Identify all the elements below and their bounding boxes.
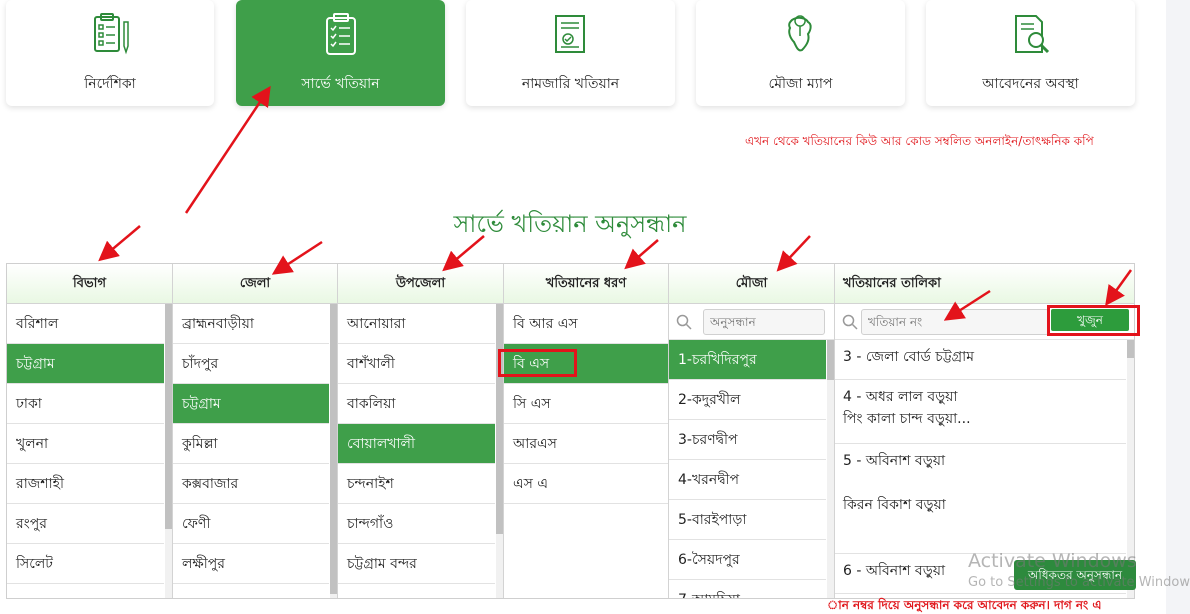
map-pin-icon bbox=[787, 15, 812, 52]
tab-label: নামজারি খতিয়ান bbox=[521, 76, 620, 92]
scrollbar[interactable] bbox=[330, 304, 337, 598]
list-item[interactable]: 4-খরনদ্বীপ bbox=[669, 460, 826, 500]
list-item[interactable]: 7-আমুচিয়া bbox=[669, 580, 826, 598]
column-header: মৌজা bbox=[669, 264, 834, 304]
list-item[interactable]: ব্রাহ্মনবাড়ীয়া bbox=[173, 304, 329, 344]
list-item[interactable]: ফেণী bbox=[173, 504, 329, 544]
list-item[interactable]: বাকলিয়া bbox=[338, 384, 495, 424]
tab-application-status[interactable]: আবেদনের অবস্থা bbox=[926, 0, 1135, 106]
mouza-search-row bbox=[669, 304, 834, 340]
page-scroll-gutter bbox=[1166, 0, 1190, 614]
mouza-column: মৌজা 1-চরখিদিরপুর 2-কদুরখীল 3-চরণদ্বীপ 4… bbox=[669, 264, 835, 598]
upazila-column: উপজেলা আনোয়ারা বাশঁখালী বাকলিয়া বোয়াল… bbox=[338, 264, 504, 598]
list-item[interactable]: সিলেট bbox=[7, 544, 164, 584]
list-item[interactable]: কুমিল্লা bbox=[173, 424, 329, 464]
scrollbar-thumb[interactable] bbox=[827, 340, 834, 380]
scrollbar-thumb[interactable] bbox=[330, 304, 337, 594]
division-list: বরিশাল চট্টগ্রাম ঢাকা খুলনা রাজশাহী রংপু… bbox=[7, 304, 164, 584]
list-item[interactable]: বি আর এস bbox=[504, 304, 668, 344]
scrollbar-thumb[interactable] bbox=[1127, 340, 1134, 358]
column-header: উপজেলা bbox=[338, 264, 503, 304]
mouza-search-input[interactable] bbox=[703, 309, 825, 335]
division-column: বিভাগ বরিশাল চট্টগ্রাম ঢাকা খুলনা রাজশাহ… bbox=[7, 264, 173, 598]
list-item[interactable]: রাজশাহী bbox=[7, 464, 164, 504]
clipboard-checklist-icon bbox=[325, 13, 356, 55]
windows-activation-watermark: Activate Windows bbox=[968, 550, 1137, 572]
tab-label: মৌজা ম্যাপ bbox=[768, 76, 833, 92]
scrollbar-thumb[interactable] bbox=[496, 304, 503, 534]
list-item[interactable]: 3-চরণদ্বীপ bbox=[669, 420, 826, 460]
tab-survey-khatian[interactable]: সার্ভে খতিয়ান bbox=[236, 0, 445, 106]
khatian-owner-second: কিরন বিকাশ বড়ুয়া bbox=[843, 497, 946, 513]
list-item[interactable]: চট্টগ্রাম বন্দর bbox=[338, 544, 495, 584]
scrollbar-thumb[interactable] bbox=[165, 304, 172, 529]
upazila-list: আনোয়ারা বাশঁখালী বাকলিয়া বোয়ালখালী চন… bbox=[338, 304, 495, 584]
column-header: খতিয়ানের ধরণ bbox=[504, 264, 668, 304]
list-item[interactable]: 6-সৈয়দপুর bbox=[669, 540, 826, 580]
tab-label: আবেদনের অবস্থা bbox=[982, 76, 1079, 92]
khatian-type-list: বি আর এস বি এস সি এস আরএস এস এ bbox=[504, 304, 668, 504]
list-item[interactable]: চান্দগাঁও bbox=[338, 504, 495, 544]
list-item[interactable]: কক্সবাজার bbox=[173, 464, 329, 504]
list-item[interactable]: চাঁদপুর bbox=[173, 344, 329, 384]
tab-label: সার্ভে খতিয়ান bbox=[301, 76, 380, 92]
list-item[interactable]: 2-কদুরখীল bbox=[669, 380, 826, 420]
checklist-icon bbox=[94, 13, 129, 55]
list-item[interactable]: এস এ bbox=[504, 464, 668, 504]
column-header: বিভাগ bbox=[7, 264, 172, 304]
list-item[interactable]: রংপুর bbox=[7, 504, 164, 544]
column-header: খতিয়ানের তালিকা bbox=[835, 264, 1134, 304]
khatian-owner: 4 - অধর লাল বড়ুয়া bbox=[843, 389, 958, 405]
annotation-box-bs bbox=[498, 349, 577, 377]
mouza-list: 1-চরখিদিরপুর 2-কদুরখীল 3-চরণদ্বীপ 4-খরনদ… bbox=[669, 340, 826, 598]
list-item[interactable]: চন্দনাইশ bbox=[338, 464, 495, 504]
notice-marquee-bottom: ান নম্বর দিয়ে অনুসন্ধান করে আবেদন করুন।… bbox=[827, 598, 1102, 612]
tab-mouza-map[interactable]: মৌজা ম্যাপ bbox=[696, 0, 905, 106]
list-item-selected[interactable]: 1-চরখিদিরপুর bbox=[669, 340, 826, 380]
list-item-selected[interactable]: বোয়ালখালী bbox=[338, 424, 495, 464]
list-item[interactable]: আনোয়ারা bbox=[338, 304, 495, 344]
scrollbar[interactable] bbox=[165, 304, 172, 598]
khatian-owner: 3 - জেলা বোর্ড চট্টগ্রাম bbox=[843, 349, 974, 365]
list-item[interactable]: আরএস bbox=[504, 424, 668, 464]
search-icon bbox=[676, 314, 692, 330]
arrow-to-survey-tab bbox=[184, 85, 271, 214]
khatian-item[interactable]: 5 - অবিনাশ বড়ুয়া কিরন বিকাশ বড়ুয়া bbox=[835, 444, 1126, 554]
column-header: জেলা bbox=[173, 264, 337, 304]
tab-mutation-khatian[interactable]: নামজারি খতিয়ান bbox=[466, 0, 675, 106]
list-item[interactable]: খুলনা bbox=[7, 424, 164, 464]
khatian-owner: 5 - অবিনাশ বড়ুয়া bbox=[843, 453, 946, 469]
certificate-icon bbox=[554, 15, 585, 53]
tab-label: নির্দেশিকা bbox=[84, 76, 136, 92]
list-item[interactable]: ঢাকা bbox=[7, 384, 164, 424]
district-list: ব্রাহ্মনবাড়ীয়া চাঁদপুর চট্টগ্রাম কুমিল… bbox=[173, 304, 329, 584]
khatian-item[interactable]: 4 - অধর লাল বড়ুয়া পিং কালা চান্দ বড়ুয… bbox=[835, 380, 1126, 444]
khatian-owner-father: পিং কালা চান্দ বড়ুয়া... bbox=[843, 411, 971, 427]
list-item[interactable]: বাশঁখালী bbox=[338, 344, 495, 384]
list-item[interactable]: লক্ষীপুর bbox=[173, 544, 329, 584]
list-item-selected[interactable]: চট্টগ্রাম bbox=[7, 344, 164, 384]
district-column: জেলা ব্রাহ্মনবাড়ীয়া চাঁদপুর চট্টগ্রাম … bbox=[173, 264, 338, 598]
khatian-item[interactable]: 3 - জেলা বোর্ড চট্টগ্রাম bbox=[835, 340, 1126, 380]
list-item[interactable]: সি এস bbox=[504, 384, 668, 424]
scrollbar[interactable] bbox=[827, 340, 834, 598]
search-icon bbox=[842, 314, 858, 330]
page-title: সার্ভে খতিয়ান অনুসন্ধান bbox=[453, 210, 687, 238]
khatian-type-column: খতিয়ানের ধরণ বি আর এস বি এস সি এস আরএস … bbox=[504, 264, 669, 598]
location-selector-panel: বিভাগ বরিশাল চট্টগ্রাম ঢাকা খুলনা রাজশাহ… bbox=[6, 263, 1135, 599]
annotation-box-search-button bbox=[1047, 305, 1140, 336]
list-item-selected[interactable]: চট্টগ্রাম bbox=[173, 384, 329, 424]
list-item[interactable]: বরিশাল bbox=[7, 304, 164, 344]
notice-marquee-top: এখন থেকে খতিয়ানের কিউ আর কোড সম্বলিত অন… bbox=[745, 134, 1094, 148]
tab-guideline[interactable]: নির্দেশিকা bbox=[6, 0, 214, 106]
windows-activation-hint: Go to Settings to activate Windows. bbox=[968, 575, 1190, 590]
khatian-number-input[interactable] bbox=[861, 309, 1049, 335]
document-search-icon bbox=[1014, 15, 1049, 54]
list-item[interactable]: 5-বারইপাড়া bbox=[669, 500, 826, 540]
